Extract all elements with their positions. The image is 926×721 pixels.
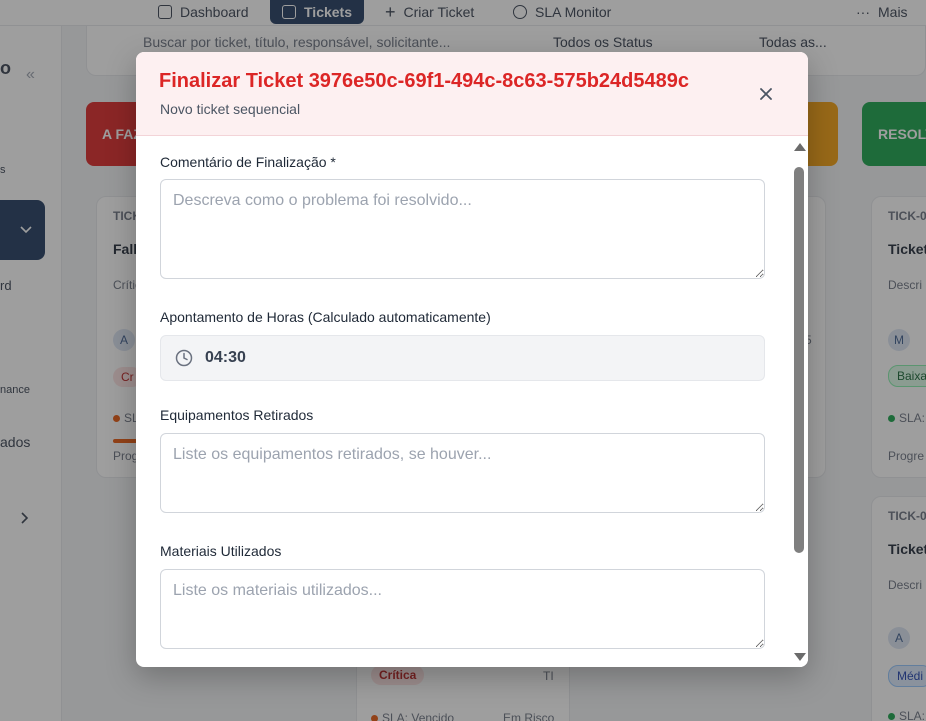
finalizar-ticket-modal: Finalizar Ticket 3976e50c-69f1-494c-8c63… <box>136 52 808 667</box>
materiais-label: Materiais Utilizados <box>160 543 282 559</box>
horas-field: 04:30 <box>160 335 765 381</box>
comentario-textarea[interactable] <box>160 179 765 279</box>
modal-subtitle: Novo ticket sequencial <box>160 101 301 117</box>
clock-icon <box>175 349 193 367</box>
horas-label: Apontamento de Horas (Calculado automati… <box>160 309 491 325</box>
modal-body: Comentário de Finalização * Apontamento … <box>136 137 790 667</box>
scroll-up-icon[interactable] <box>794 143 806 151</box>
equipamentos-textarea[interactable] <box>160 433 765 513</box>
comentario-label: Comentário de Finalização * <box>160 154 336 170</box>
close-button[interactable] <box>754 82 778 106</box>
scroll-thumb[interactable] <box>794 167 804 553</box>
modal-scrollbar[interactable] <box>790 137 808 667</box>
materiais-textarea[interactable] <box>160 569 765 649</box>
close-icon <box>760 88 772 100</box>
modal-title: Finalizar Ticket 3976e50c-69f1-494c-8c63… <box>159 70 689 92</box>
equipamentos-label: Equipamentos Retirados <box>160 407 314 423</box>
horas-value: 04:30 <box>205 349 246 366</box>
scroll-down-icon[interactable] <box>794 653 806 661</box>
modal-header: Finalizar Ticket 3976e50c-69f1-494c-8c63… <box>136 52 808 136</box>
